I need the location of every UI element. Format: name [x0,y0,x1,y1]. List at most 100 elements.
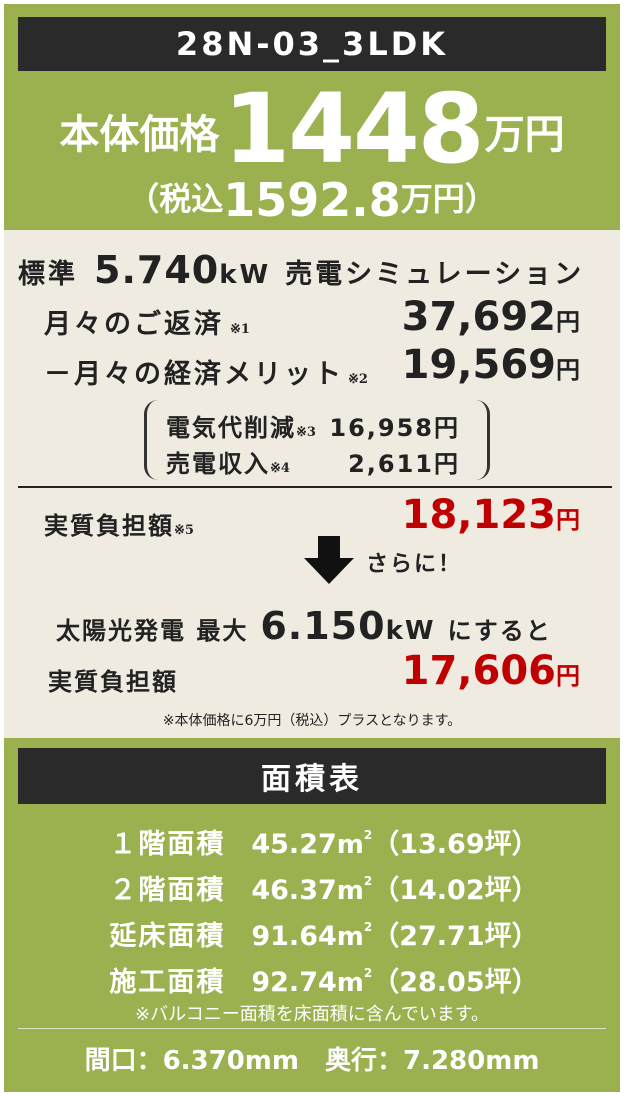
sqm-unit: m2 [336,874,373,906]
effective-burden-value: 18,123 円 [402,492,580,538]
price-value: 1448 [223,73,484,185]
price-label: 本体価格 [59,112,220,158]
sqm-unit: m2 [336,920,373,952]
saving-label-text: 電気代削減 [166,414,296,442]
power-sale-label: 売電収入 ※4 [166,444,290,479]
effective-burden-2-label: 実質負担額 [48,662,178,697]
monthly-label-text: 月々のご返済 [44,309,224,340]
yen-unit: 円 [434,414,460,442]
area-divider [18,1028,606,1029]
note-4: ※4 [270,461,290,476]
monthly-value: 37,692 [401,294,556,340]
max-prefix: 太陽光発電 最大 [56,617,249,645]
sqm-value: 92.74 [251,967,337,998]
max-solar-line: 太陽光発電 最大 6.150 kW にすると [56,604,552,648]
sqm-value: 45.27 [251,829,337,860]
sqm-unit-sup: 2 [363,874,373,888]
balcony-note: ※バルコニー面積を床面積に含んでいます。 [134,1004,490,1025]
sqm-value: 91.64 [251,921,337,952]
tax-included-price: （税込 1592.8 万円） [4,176,620,224]
area-label: 延床面積 [109,921,226,952]
income-value: 2,611 [348,450,434,478]
tsubo-value: （27.71坪） [372,921,539,952]
monthly-payment-label: 月々のご返済 ※1 [44,302,250,341]
sqm-unit-text: m [336,876,364,906]
sqm-unit-sup: 2 [363,828,373,842]
further-label: さらに！ [366,552,463,577]
tax-open: （税込 [127,180,224,218]
yen-unit: 円 [556,356,580,384]
burden-value: 18,123 [401,492,556,538]
sqm-unit-text: m [336,830,364,860]
merit-value: 19,569 [401,342,556,388]
area-row-total-floor: 延床面積 91.64m2（27.71坪） [4,914,620,953]
frontage-depth: 間口：6.370mm 奥行：7.280mm [84,1046,540,1076]
sqm-unit-text: m [336,922,364,952]
area-row-floor1: １階面積 45.27m2（13.69坪） [4,822,620,861]
economic-merit-label: －月々の経済メリット ※2 [44,352,368,391]
area-value: 91.64m2（27.71坪） [251,914,538,953]
area-value: 45.27m2（13.69坪） [251,822,538,861]
simulation-title: 標準 5.740 kW 売電シミュレーション [18,248,584,292]
effective-burden-label: 実質負担額 ※5 [44,506,194,541]
yen-unit: 円 [556,308,580,336]
section-divider [18,486,612,488]
tsubo-value: （28.05坪） [372,967,539,998]
area-label: １階面積 [109,829,226,860]
kw-value: 5.740 [94,248,220,292]
note-1: ※1 [230,322,250,337]
sqm-unit: m2 [336,966,373,998]
area-section: 面積表 １階面積 45.27m2（13.69坪） ２階面積 46.37m2（14… [4,738,620,1092]
burden2-value: 17,606 [401,648,556,694]
max-suffix: にすると [447,617,552,645]
down-arrow-icon [304,536,354,584]
tax-value: 1592.8 [223,173,401,227]
electricity-saving-value: 16,958 円 [329,408,460,443]
max-kw-value: 6.150 [260,604,386,648]
area-label: 施工面積 [109,967,226,998]
price-footnote: ※本体価格に6万円（税込）プラスとなります。 [162,713,462,729]
tsubo-value: （14.02坪） [372,875,539,906]
price-section: 28N-03_3LDK 本体価格 1448 万円 （税込 1592.8 万円） [4,4,620,230]
power-sale-value: 2,611 円 [348,444,460,479]
effective-burden-2-value: 17,606 円 [402,648,580,694]
note-5: ※5 [174,523,194,538]
area-title-bar: 面積表 [18,748,606,804]
kw-unit: kW [219,260,272,290]
max-kw-unit: kW [385,616,436,646]
burden2-label-text: 実質負担額 [48,668,178,696]
price-unit: 万円 [484,112,565,158]
sqm-unit-sup: 2 [363,966,373,980]
yen-unit: 円 [434,450,460,478]
area-value: 92.74m2（28.05坪） [251,960,538,999]
tax-unit: 万円） [400,180,497,218]
area-row-construction: 施工面積 92.74m2（28.05坪） [4,960,620,999]
yen-unit: 円 [556,506,580,534]
income-label-text: 売電収入 [166,450,270,478]
further-text: さらに！ [366,546,462,578]
tsubo-value: （13.69坪） [372,829,539,860]
note-3: ※3 [296,425,316,440]
base-price: 本体価格 1448 万円 [4,73,620,185]
saving-value: 16,958 [329,414,434,442]
economic-merit-value: 19,569 円 [402,342,580,388]
merit-label-text: －月々の経済メリット [44,359,344,390]
sqm-unit-text: m [336,968,364,998]
area-row-floor2: ２階面積 46.37m2（14.02坪） [4,868,620,907]
sqm-value: 46.37 [251,875,337,906]
plan-code-bar: 28N-03_3LDK [18,17,606,71]
area-title: 面積表 [261,762,363,797]
sqm-unit-sup: 2 [363,920,373,934]
property-card: 28N-03_3LDK 本体価格 1448 万円 （税込 1592.8 万円） … [4,4,620,1092]
burden-label-text: 実質負担額 [44,512,174,540]
plan-code: 28N-03_3LDK [175,25,449,63]
area-label: ２階面積 [109,875,226,906]
monthly-payment-value: 37,692 円 [402,294,580,340]
yen-unit: 円 [556,662,580,690]
title-prefix: 標準 [18,259,78,290]
sqm-unit: m2 [336,828,373,860]
note-2: ※2 [348,372,368,387]
title-suffix: 売電シミュレーション [285,259,585,290]
electricity-saving-label: 電気代削減 ※3 [166,408,316,443]
area-value: 46.37m2（14.02坪） [251,868,538,907]
